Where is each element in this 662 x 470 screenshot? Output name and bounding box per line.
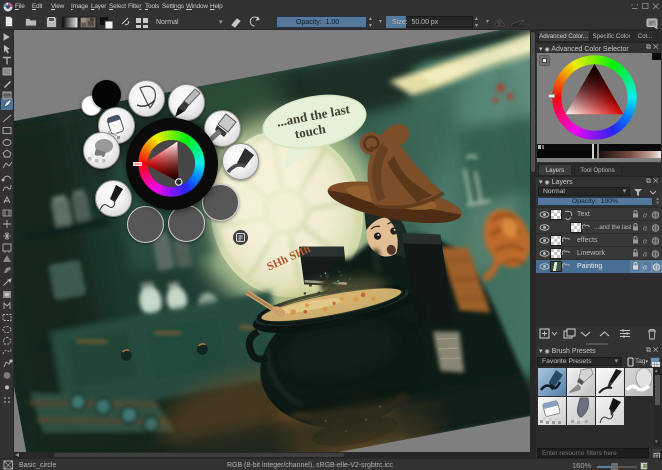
svg-text:α: α bbox=[643, 212, 648, 219]
